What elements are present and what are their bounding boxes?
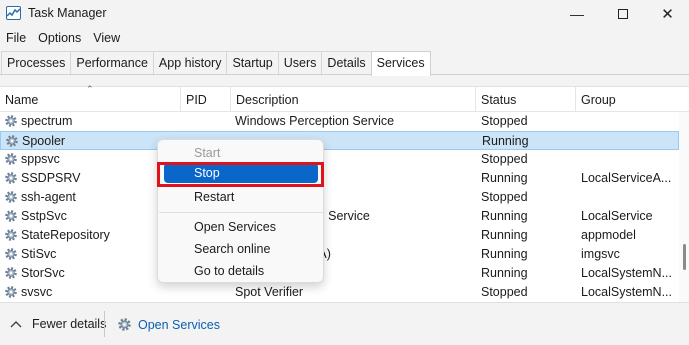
- window-title: Task Manager: [28, 6, 107, 20]
- service-name: sppsvc: [21, 152, 60, 166]
- menu-options[interactable]: Options: [32, 29, 87, 49]
- table-row[interactable]: sppsvconStopped: [0, 150, 679, 169]
- service-group: imgsvc: [581, 247, 620, 261]
- context-menu: Start Stop Restart Open Services Search …: [157, 139, 324, 283]
- gear-icon: [4, 209, 18, 223]
- table-row[interactable]: StorSvc Running LocalSystemN...: [0, 264, 679, 283]
- service-group: LocalService: [581, 209, 653, 223]
- chevron-up-icon: ⌃: [86, 84, 94, 94]
- table-row[interactable]: SstpSvcnneling Protocol ServiceRunningLo…: [0, 207, 679, 226]
- footer-divider: [104, 311, 105, 337]
- table-row[interactable]: SSDPSRV Running LocalServiceA...: [0, 169, 679, 188]
- service-status: Running: [481, 171, 528, 185]
- gear-icon: [4, 114, 18, 128]
- gear-icon: [4, 171, 18, 185]
- table-row[interactable]: spectrum Windows Perception Service Stoppe…: [0, 112, 679, 131]
- gear-icon: [4, 247, 18, 261]
- maximize-button[interactable]: [600, 0, 646, 28]
- column-header-description[interactable]: Description: [230, 87, 475, 112]
- tab-users[interactable]: Users: [277, 51, 323, 74]
- context-menu-separator: [159, 212, 323, 213]
- gear-icon: [4, 228, 18, 242]
- chevron-up-icon: [10, 321, 22, 328]
- tab-performance[interactable]: Performance: [70, 51, 154, 74]
- title-bar: Task Manager — ✕: [0, 0, 689, 28]
- service-status: Running: [481, 228, 528, 242]
- service-status: Running: [481, 209, 528, 223]
- service-status: Stopped: [481, 114, 528, 128]
- column-header-pid[interactable]: PID: [180, 87, 230, 112]
- tab-services[interactable]: Services: [370, 51, 431, 76]
- open-services-link[interactable]: Open Services: [117, 317, 220, 332]
- context-menu-restart[interactable]: Restart: [194, 190, 234, 204]
- services-table: Name ⌃ PID Description Status Group spec…: [0, 84, 689, 303]
- service-status: Stopped: [481, 285, 528, 299]
- menu-view[interactable]: View: [87, 29, 126, 49]
- fewer-details-button[interactable]: Fewer details: [10, 317, 106, 331]
- service-status: Running: [481, 247, 528, 261]
- service-group: appmodel: [581, 228, 636, 242]
- service-name: SstpSvc: [21, 209, 67, 223]
- service-description: Spot Verifier: [235, 285, 304, 299]
- tab-processes[interactable]: Processes: [1, 51, 72, 74]
- service-name: ssh-agent: [21, 190, 76, 204]
- gear-icon: [4, 285, 18, 299]
- fewer-details-label: Fewer details: [32, 317, 107, 331]
- service-status: Stopped: [481, 152, 528, 166]
- gear-icon: [4, 266, 18, 280]
- column-header-status[interactable]: Status: [475, 87, 575, 112]
- service-status: Running: [482, 134, 529, 148]
- service-status: Running: [481, 266, 528, 280]
- service-name: svsvc: [21, 285, 53, 299]
- vertical-scrollbar[interactable]: [679, 112, 689, 303]
- tab-startup[interactable]: Startup: [226, 51, 279, 74]
- column-header-name[interactable]: Name ⌃: [0, 84, 180, 112]
- service-name: StiSvc: [21, 247, 57, 261]
- close-button[interactable]: ✕: [646, 0, 689, 28]
- table-row[interactable]: StiSvcAcquisition (WIA)Runningimgsvc: [0, 245, 679, 264]
- gear-icon: [118, 318, 131, 331]
- service-group: LocalSystemN...: [581, 266, 673, 280]
- context-menu-start[interactable]: Start: [194, 146, 220, 160]
- gear-icon: [4, 152, 18, 166]
- minimize-button[interactable]: —: [554, 0, 600, 28]
- open-services-link-label: Open Services: [138, 317, 220, 332]
- service-group: LocalSystemN...: [581, 285, 673, 299]
- service-name: StateRepository: [21, 228, 110, 242]
- task-manager-icon: [6, 6, 21, 20]
- table-row[interactable]: Spooler Running: [0, 131, 679, 150]
- service-group: LocalServiceA...: [581, 171, 672, 185]
- table-header: Name ⌃ PID Description Status Group: [0, 84, 689, 112]
- minimize-icon: —: [570, 6, 584, 22]
- service-status: Stopped: [481, 190, 528, 204]
- tab-bar: Processes Performance App history Startu…: [0, 51, 689, 76]
- maximize-icon: [618, 9, 628, 19]
- context-menu-go-to-details[interactable]: Go to details: [194, 264, 264, 278]
- column-header-group[interactable]: Group: [575, 87, 679, 112]
- service-name: StorSvc: [21, 266, 65, 280]
- tab-details[interactable]: Details: [321, 51, 372, 74]
- service-name: SSDPSRV: [21, 171, 81, 185]
- gear-icon: [4, 190, 18, 204]
- menu-file[interactable]: File: [0, 29, 32, 49]
- close-icon: ✕: [661, 6, 674, 23]
- table-row[interactable]: svsvc Spot Verifier Stopped LocalSystemN...: [0, 283, 679, 302]
- gear-icon: [5, 134, 19, 148]
- footer-bar: Fewer details Open Services: [0, 302, 689, 345]
- service-description: Windows Perception Service: [235, 114, 395, 128]
- context-menu-search-online[interactable]: Search online: [194, 242, 270, 256]
- tab-app-history[interactable]: App history: [152, 51, 228, 74]
- context-menu-open-services[interactable]: Open Services: [194, 220, 276, 234]
- menu-bar: File Options View: [0, 29, 689, 49]
- annotation-highlight-box: [157, 162, 324, 187]
- column-header-name-label: Name: [5, 93, 39, 107]
- scrollbar-thumb[interactable]: [683, 244, 686, 270]
- service-name: spectrum: [21, 114, 73, 128]
- table-row[interactable]: ssh-agenttication AgentStopped: [0, 188, 679, 207]
- table-row[interactable]: StateRepositoryServiceRunningappmodel: [0, 226, 679, 245]
